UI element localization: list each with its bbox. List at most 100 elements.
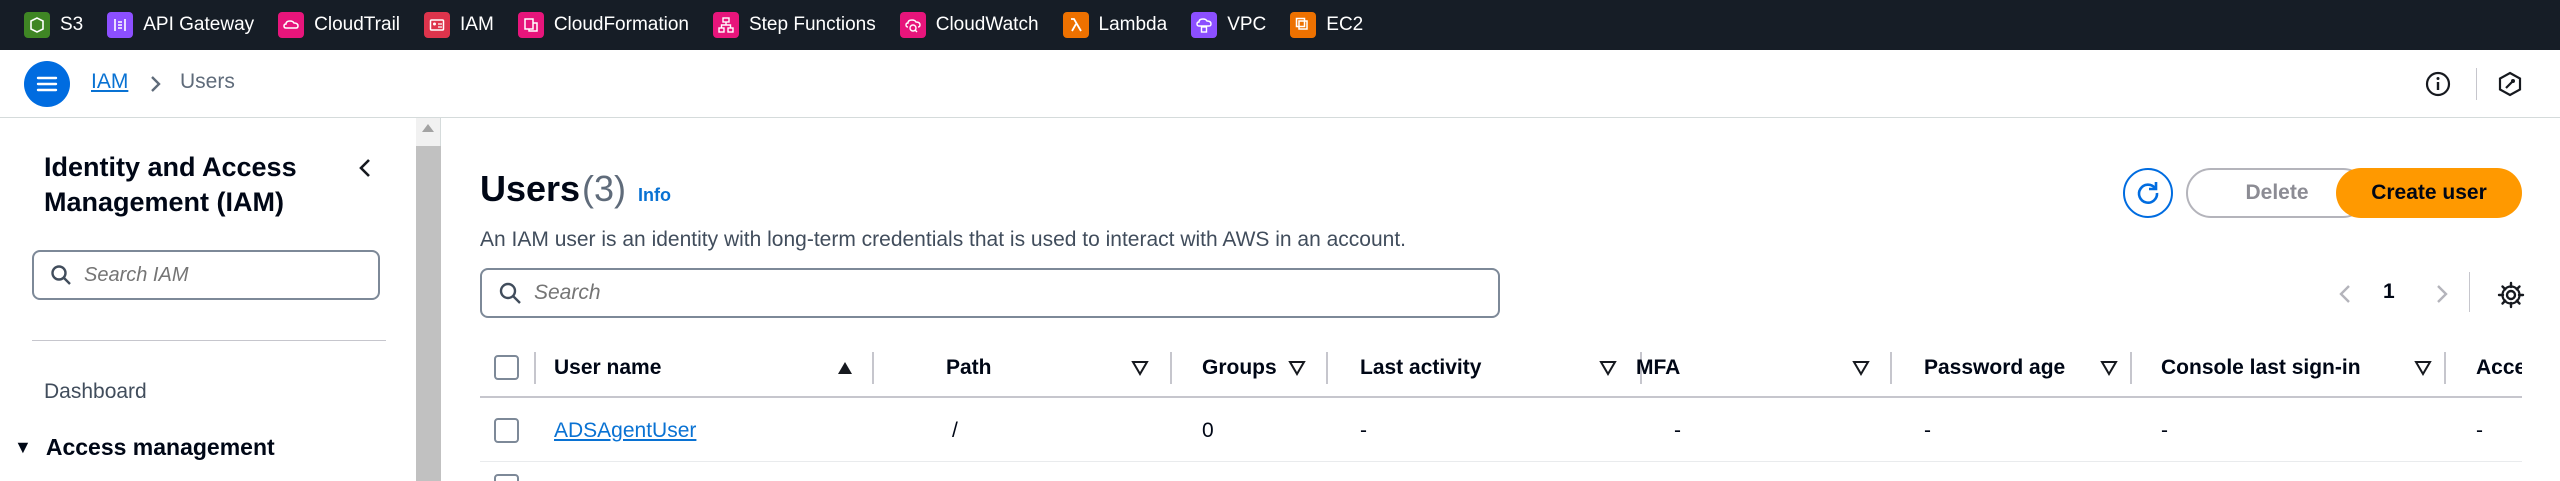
table-row: ADSAgentUser / 0 - - - - - xyxy=(480,400,2522,462)
main-content: Users (3) Info An IAM user is an identit… xyxy=(442,118,2560,481)
cloudshell-hexagon-icon[interactable] xyxy=(2496,70,2524,98)
favorite-cloudtrail[interactable]: CloudTrail xyxy=(278,0,400,50)
pagination-page-number[interactable]: 1 xyxy=(2383,280,2395,304)
favorite-label: API Gateway xyxy=(143,14,255,35)
ec2-icon xyxy=(1290,12,1317,38)
cell-access-key-id: - xyxy=(2476,419,2483,442)
user-name-link[interactable]: ADSAgentUser xyxy=(554,400,696,462)
cell-password-age: - xyxy=(1924,419,1931,442)
favorite-vpc[interactable]: VPC xyxy=(1191,0,1266,50)
favorite-s3[interactable]: S3 xyxy=(24,0,83,50)
sidebar: Identity and Access Management (IAM) Das… xyxy=(0,118,416,481)
chevron-left-icon[interactable] xyxy=(352,154,380,182)
page-description: An IAM user is an identity with long-ter… xyxy=(480,228,1406,251)
favorite-label: CloudTrail xyxy=(314,14,401,35)
caret-down-icon: ▼ xyxy=(14,437,32,457)
column-separator[interactable] xyxy=(1170,352,1172,384)
column-header-access-key-id[interactable]: Access key ID xyxy=(2476,338,2522,398)
favorite-cloudformation[interactable]: CloudFormation xyxy=(517,0,689,50)
column-separator[interactable] xyxy=(2130,352,2132,384)
users-search-field[interactable] xyxy=(480,268,1500,318)
column-header-user-name[interactable]: User name xyxy=(554,338,754,398)
info-link[interactable]: Info xyxy=(638,185,671,206)
sidebar-search-input[interactable] xyxy=(84,263,364,287)
favorite-label: Lambda xyxy=(1098,14,1168,35)
lambda-icon xyxy=(1062,12,1089,38)
favorite-ec2[interactable]: EC2 xyxy=(1290,0,1363,50)
sort-ascending-icon[interactable] xyxy=(836,360,854,376)
pagination-divider xyxy=(2469,272,2470,312)
cell-mfa: - xyxy=(1674,419,1681,442)
favorite-label: CloudWatch xyxy=(935,14,1039,35)
refresh-button[interactable] xyxy=(2123,168,2173,218)
info-circle-icon[interactable] xyxy=(2424,70,2452,98)
s3-icon xyxy=(24,12,50,38)
favorite-api-gateway[interactable]: API Gateway xyxy=(107,0,254,50)
cell-groups: 0 xyxy=(1202,419,1214,442)
step-functions-icon xyxy=(712,12,739,38)
row-checkbox[interactable] xyxy=(494,474,519,481)
cell-console-last-sign-in: - xyxy=(2161,419,2168,442)
favorite-label: CloudFormation xyxy=(553,14,689,35)
column-separator xyxy=(534,352,536,384)
favorites-bar: S3 API Gateway CloudTrail IAM CloudForma… xyxy=(0,0,2560,50)
search-icon xyxy=(499,282,521,304)
gear-icon[interactable] xyxy=(2497,281,2525,309)
breadcrumb-iam-link[interactable]: IAM xyxy=(91,70,128,94)
sidebar-search-field[interactable] xyxy=(32,250,380,300)
column-header-console-last-sign-in[interactable]: Console last sign-in xyxy=(2161,338,2401,398)
scrollbar-thumb[interactable] xyxy=(416,146,441,481)
pagination-next-icon[interactable] xyxy=(2429,282,2453,306)
favorite-cloudwatch[interactable]: CloudWatch xyxy=(899,0,1039,50)
table-header: User name Path Groups Last activity MFA … xyxy=(480,338,2522,398)
search-icon xyxy=(51,265,71,285)
favorite-label: VPC xyxy=(1227,14,1267,35)
sort-icon[interactable] xyxy=(1852,360,1870,376)
cloudwatch-icon xyxy=(899,12,926,38)
breadcrumb-header: IAM Users xyxy=(0,50,2560,118)
chevron-right-icon xyxy=(151,76,161,92)
api-gateway-icon xyxy=(107,12,134,38)
column-separator[interactable] xyxy=(1890,352,1892,384)
column-header-groups[interactable]: Groups xyxy=(1202,338,1278,398)
sort-icon[interactable] xyxy=(2414,360,2432,376)
users-search-input[interactable] xyxy=(534,281,1434,305)
create-user-button[interactable]: Create user xyxy=(2336,168,2522,218)
user-name-text[interactable]: ADSAgentUser xyxy=(554,419,696,443)
breadcrumb-current: Users xyxy=(180,70,235,93)
hamburger-icon xyxy=(36,76,58,92)
column-header-mfa[interactable]: MFA xyxy=(1636,338,1736,398)
sort-icon[interactable] xyxy=(1599,360,1617,376)
sort-icon[interactable] xyxy=(2100,360,2118,376)
iam-icon xyxy=(424,12,451,38)
row-checkbox[interactable] xyxy=(494,418,519,443)
favorite-label: S3 xyxy=(60,14,84,35)
user-count: (3) xyxy=(582,168,626,209)
column-separator[interactable] xyxy=(1326,352,1328,384)
favorite-label: Step Functions xyxy=(748,14,876,35)
favorite-label: IAM xyxy=(460,14,494,35)
column-header-password-age[interactable]: Password age xyxy=(1924,338,2104,398)
column-header-path[interactable]: Path xyxy=(946,338,1066,398)
column-separator[interactable] xyxy=(872,352,874,384)
menu-button[interactable] xyxy=(24,61,70,107)
sidebar-scrollbar[interactable] xyxy=(416,118,441,481)
favorite-lambda[interactable]: Lambda xyxy=(1062,0,1168,50)
cell-path: / xyxy=(952,419,958,442)
vpc-icon xyxy=(1191,12,1218,38)
favorite-iam[interactable]: IAM xyxy=(424,0,494,50)
scroll-up-arrow-icon[interactable] xyxy=(422,124,434,132)
sidebar-section-access-management[interactable]: ▼ Access management xyxy=(14,434,275,461)
cloudformation-icon xyxy=(517,12,544,38)
sort-icon[interactable] xyxy=(1131,360,1149,376)
favorite-step-functions[interactable]: Step Functions xyxy=(712,0,876,50)
select-all-checkbox[interactable] xyxy=(494,355,519,380)
page-title: Users xyxy=(480,168,581,209)
column-separator[interactable] xyxy=(2444,352,2446,384)
mfa-label: MFA xyxy=(1636,356,1681,379)
pagination-previous-icon[interactable] xyxy=(2334,282,2358,306)
sort-icon[interactable] xyxy=(1288,360,1306,376)
sidebar-item-dashboard[interactable]: Dashboard xyxy=(44,380,147,404)
sidebar-title: Identity and Access Management (IAM) xyxy=(44,152,297,217)
column-header-last-activity[interactable]: Last activity xyxy=(1360,338,1560,398)
